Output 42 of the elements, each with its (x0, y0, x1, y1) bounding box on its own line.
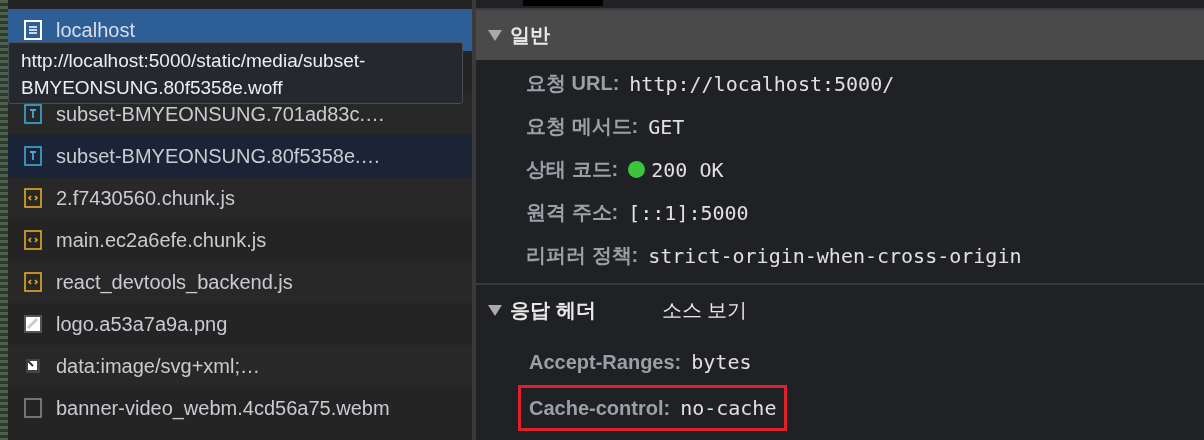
request-row[interactable]: 2.f7430560.chunk.js (8, 177, 472, 219)
section-header[interactable]: 일반 (476, 10, 1204, 60)
field-label: 상태 코드: (526, 157, 619, 182)
expand-triangle-icon[interactable] (488, 304, 502, 316)
section-header[interactable]: 응답 헤더 소스 보기 (476, 285, 1204, 335)
script-file-icon (24, 230, 42, 250)
image-file-icon (26, 359, 40, 373)
field-label: 요청 메서드: (526, 114, 639, 139)
file-icon (24, 398, 42, 418)
field-label: 원격 주소: (526, 200, 619, 225)
field-value: GET (648, 114, 685, 139)
field-label: 요청 URL: (526, 71, 620, 96)
script-file-icon (24, 188, 42, 208)
field-label: 리퍼러 정책: (526, 243, 639, 268)
header-name: Cache-control: (529, 396, 671, 420)
image-file-icon (24, 314, 42, 334)
request-name: data:image/svg+xml;… (56, 354, 260, 378)
request-name: main.ec2a6efe.chunk.js (56, 228, 267, 252)
header-value: bytes (691, 350, 752, 374)
request-name: react_devtools_backend.js (56, 270, 293, 294)
request-name: 2.f7430560.chunk.js (56, 186, 236, 210)
request-name: localhost (56, 18, 135, 42)
font-file-icon (24, 104, 42, 124)
expand-triangle-icon[interactable] (488, 29, 502, 41)
script-file-icon (24, 272, 42, 292)
header-name: Accept-Ranges: (529, 350, 682, 374)
font-file-icon (24, 146, 42, 166)
request-row[interactable]: data:image/svg+xml;… (8, 345, 472, 387)
request-name: logo.a53a7a9a.png (56, 312, 228, 336)
request-row[interactable]: react_devtools_backend.js (8, 261, 472, 303)
field-value: strict-origin-when-cross-origin (648, 243, 1022, 268)
request-name: subset-BMYEONSUNG.701ad83c.… (56, 102, 386, 126)
field-value: 200 OK (651, 157, 724, 182)
field-value: http://localhost:5000/ (629, 71, 895, 96)
header-value: no-cache (680, 396, 777, 420)
field-value: [::1]:5000 (628, 200, 749, 225)
tooltip: http://localhost:5000/static/media/subset-BMYEONSUNG.80f5358e.woff (8, 42, 463, 104)
document-icon (24, 20, 42, 40)
request-row[interactable]: subset-BMYEONSUNG.80f5358e.… (8, 135, 472, 177)
request-name: banner-video_webm.4cd56a75.webm (56, 396, 390, 420)
view-source-link[interactable]: 소스 보기 (661, 296, 748, 324)
request-name: subset-BMYEONSUNG.80f5358e.… (56, 144, 381, 168)
